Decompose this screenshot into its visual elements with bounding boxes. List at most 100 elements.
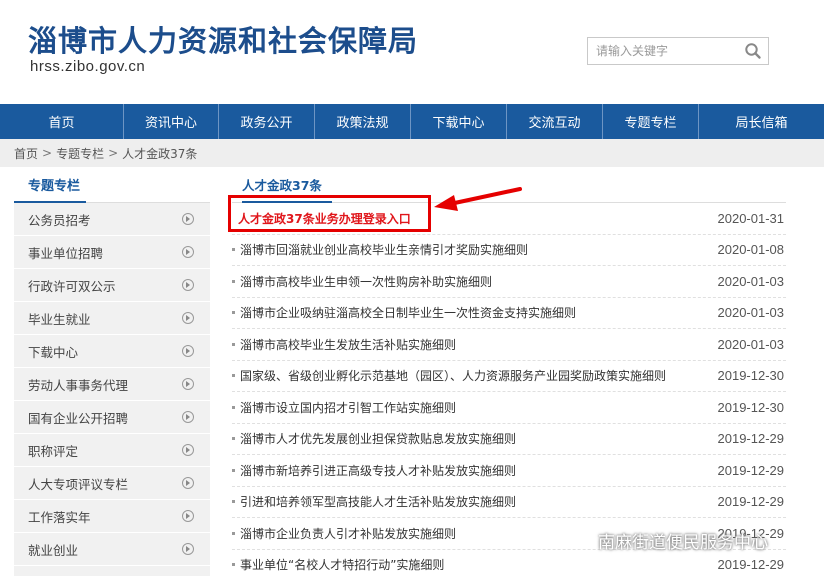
sidebar-item[interactable]: 退役士兵 (14, 566, 210, 576)
search-input[interactable] (588, 38, 738, 64)
news-title-link[interactable]: 淄博市人才优先发展创业担保贷款贴息发放实施细则 (232, 430, 516, 447)
news-title-text: 淄博市新培养引进正高级专技人才补贴发放实施细则 (240, 463, 517, 478)
news-row[interactable]: 事业单位“名校人才特招行动”实施细则 2019-12-29 (232, 550, 786, 576)
sidebar-item-label: 毕业生就业 (28, 311, 91, 327)
news-title-text: 淄博市高校毕业生发放生活补贴实施细则 (240, 337, 457, 352)
nav-item-downloads[interactable]: 下载中心 (411, 104, 507, 139)
breadcrumb: 首页 > 专题专栏 > 人才金政37条 (0, 139, 824, 167)
news-date: 2019-12-29 (717, 462, 785, 478)
news-row[interactable]: 淄博市高校毕业生申领一次性购房补助实施细则 2020-01-03 (232, 266, 786, 298)
news-date: 2020-01-03 (717, 305, 785, 321)
news-title-text: 淄博市设立国内招才引智工作站实施细则 (240, 400, 457, 415)
chevron-right-circle-icon (182, 345, 194, 357)
sidebar-item-label: 就业创业 (28, 542, 79, 558)
nav-item-director-mailbox[interactable]: 局长信箱 (699, 104, 824, 139)
search-icon[interactable] (744, 42, 762, 60)
nav-item-news[interactable]: 资讯中心 (124, 104, 219, 139)
news-title-text: 人才金政37条业务办理登录入口 (238, 211, 411, 226)
news-title-link[interactable]: 淄博市回淄就业创业高校毕业生亲情引才奖励实施细则 (232, 241, 528, 258)
breadcrumb-special-topics[interactable]: 专题专栏 (56, 145, 104, 162)
main-content: 人才金政37条 人才金政37条业务办理登录入口 2020-01-31 淄博市回淄就业… (232, 167, 786, 576)
sidebar-item[interactable]: 就业创业 (14, 533, 210, 566)
news-row[interactable]: 淄博市设立国内招才引智工作站实施细则 2019-12-30 (232, 392, 786, 424)
news-row[interactable]: 淄博市回淄就业创业高校毕业生亲情引才奖励实施细则 2020-01-08 (232, 235, 786, 266)
news-row[interactable]: 淄博市新培养引进正高级专技人才补贴发放实施细则 2019-12-29 (232, 455, 786, 487)
sidebar-item[interactable]: 人大专项评议专栏 (14, 467, 210, 500)
chevron-right-circle-icon (182, 444, 194, 456)
news-date: 2019-12-29 (717, 431, 785, 447)
sidebar-item[interactable]: 行政许可双公示 (14, 269, 210, 302)
chevron-right-circle-icon (182, 510, 194, 522)
sidebar-item-label: 工作落实年 (28, 509, 91, 525)
sidebar: 专题专栏 公务员招考事业单位招聘 行政许可双公示 毕业生就业下载中心 劳动人事事务代理… (14, 167, 210, 576)
watermark: 南麻街道便民服务中心 (562, 527, 768, 553)
news-title-link[interactable]: 淄博市新培养引进正高级专技人才补贴发放实施细则 (232, 462, 516, 479)
news-title-link[interactable]: 淄博市企业吸纳驻淄高校全日制毕业生一次性资金支持实施细则 (232, 304, 576, 321)
sidebar-item[interactable]: 工作落实年 (14, 500, 210, 533)
section-title: 人才金政37条 (242, 167, 332, 203)
news-row[interactable]: 淄博市人才优先发展创业担保贷款贴息发放实施细则 2019-12-29 (232, 424, 786, 455)
sidebar-item-label: 国有企业公开招聘 (28, 410, 129, 426)
sidebar-item[interactable]: 事业单位招聘 (14, 236, 210, 269)
news-list: 人才金政37条业务办理登录入口 2020-01-31 淄博市回淄就业创业高校毕业生亲… (232, 203, 786, 576)
main-nav: 首页 资讯中心 政务公开 政策法规 下载中心 交流互动 专题专栏 局长信箱 (0, 104, 824, 139)
sidebar-item-label: 行政许可双公示 (28, 278, 116, 294)
sidebar-item[interactable]: 职称评定 (14, 434, 210, 467)
news-title-link[interactable]: 淄博市企业负责人引才补贴发放实施细则 (232, 525, 456, 542)
news-title-link[interactable]: 淄博市设立国内招才引智工作站实施细则 (232, 399, 456, 416)
news-title-link[interactable]: 淄博市高校毕业生申领一次性购房补助实施细则 (232, 273, 492, 290)
nav-item-home[interactable]: 首页 (0, 104, 124, 139)
chevron-right-circle-icon (182, 246, 194, 258)
sidebar-item[interactable]: 公务员招考 (14, 203, 210, 236)
breadcrumb-separator: > (42, 146, 53, 160)
sidebar-item-label: 事业单位招聘 (28, 245, 104, 261)
news-title-text: 引进和培养领军型高技能人才生活补贴发放实施细则 (240, 495, 517, 510)
chevron-right-circle-icon (182, 477, 194, 489)
bullet-icon (232, 311, 235, 315)
red-arrow-icon (434, 187, 522, 211)
chevron-right-circle-icon (182, 411, 194, 423)
news-title-text: 国家级、省级创业孵化示范基地（园区）、人力资源服务产业园奖励政策实施细则 (240, 369, 667, 384)
sidebar-item-label: 职称评定 (28, 443, 79, 459)
news-title-link[interactable]: 国家级、省级创业孵化示范基地（园区）、人力资源服务产业园奖励政策实施细则 (232, 367, 666, 384)
sidebar-item-label: 公务员招考 (28, 212, 91, 228)
nav-item-gov-affairs[interactable]: 政务公开 (219, 104, 315, 139)
site-domain: hrss.zibo.gov.cn (30, 58, 146, 75)
breadcrumb-home[interactable]: 首页 (14, 145, 38, 162)
nav-item-special-topics[interactable]: 专题专栏 (603, 104, 699, 139)
breadcrumb-current: 人才金政37条 (122, 146, 198, 161)
news-title-link[interactable]: 淄博市高校毕业生发放生活补贴实施细则 (232, 336, 456, 353)
search-box (587, 37, 769, 65)
news-date: 2020-01-03 (717, 336, 785, 352)
news-title-link[interactable]: 人才金政37条业务办理登录入口 (232, 210, 411, 227)
news-row[interactable]: 淄博市高校毕业生发放生活补贴实施细则 2020-01-03 (232, 329, 786, 361)
nav-item-policies[interactable]: 政策法规 (315, 104, 411, 139)
chevron-right-circle-icon (182, 543, 194, 555)
news-date: 2020-01-03 (717, 273, 785, 289)
news-title-link[interactable]: 引进和培养领军型高技能人才生活补贴发放实施细则 (232, 493, 516, 510)
news-title-link[interactable]: 事业单位“名校人才特招行动”实施细则 (232, 556, 444, 573)
news-row[interactable]: 引进和培养领军型高技能人才生活补贴发放实施细则 2019-12-29 (232, 487, 786, 518)
chevron-right-circle-icon (182, 213, 194, 225)
wechat-icon (563, 530, 591, 550)
sidebar-header: 专题专栏 (14, 167, 210, 203)
news-title-text: 淄博市企业负责人引才补贴发放实施细则 (240, 526, 457, 541)
site-header: 淄博市人力资源和社会保障局 hrss.zibo.gov.cn (0, 0, 824, 104)
news-title-text: 淄博市企业吸纳驻淄高校全日制毕业生一次性资金支持实施细则 (240, 306, 577, 321)
sidebar-item[interactable]: 下载中心 (14, 335, 210, 368)
sidebar-item[interactable]: 国有企业公开招聘 (14, 401, 210, 434)
bullet-icon (232, 563, 235, 567)
sidebar-item[interactable]: 劳动人事事务代理 (14, 368, 210, 401)
sidebar-item[interactable]: 毕业生就业 (14, 302, 210, 335)
news-row[interactable]: 国家级、省级创业孵化示范基地（园区）、人力资源服务产业园奖励政策实施细则 2019… (232, 361, 786, 392)
news-title-text: 淄博市回淄就业创业高校毕业生亲情引才奖励实施细则 (240, 243, 529, 258)
news-title-text: 淄博市高校毕业生申领一次性购房补助实施细则 (240, 274, 493, 289)
news-date: 2019-12-30 (717, 399, 785, 415)
breadcrumb-separator: > (108, 146, 119, 160)
bullet-icon (232, 437, 235, 441)
news-title-text: 事业单位“名校人才特招行动”实施细则 (240, 558, 445, 573)
news-date: 2019-12-29 (717, 557, 785, 573)
nav-item-interaction[interactable]: 交流互动 (507, 104, 603, 139)
news-row[interactable]: 淄博市企业吸纳驻淄高校全日制毕业生一次性资金支持实施细则 2020-01-03 (232, 298, 786, 329)
chevron-right-circle-icon (182, 378, 194, 390)
